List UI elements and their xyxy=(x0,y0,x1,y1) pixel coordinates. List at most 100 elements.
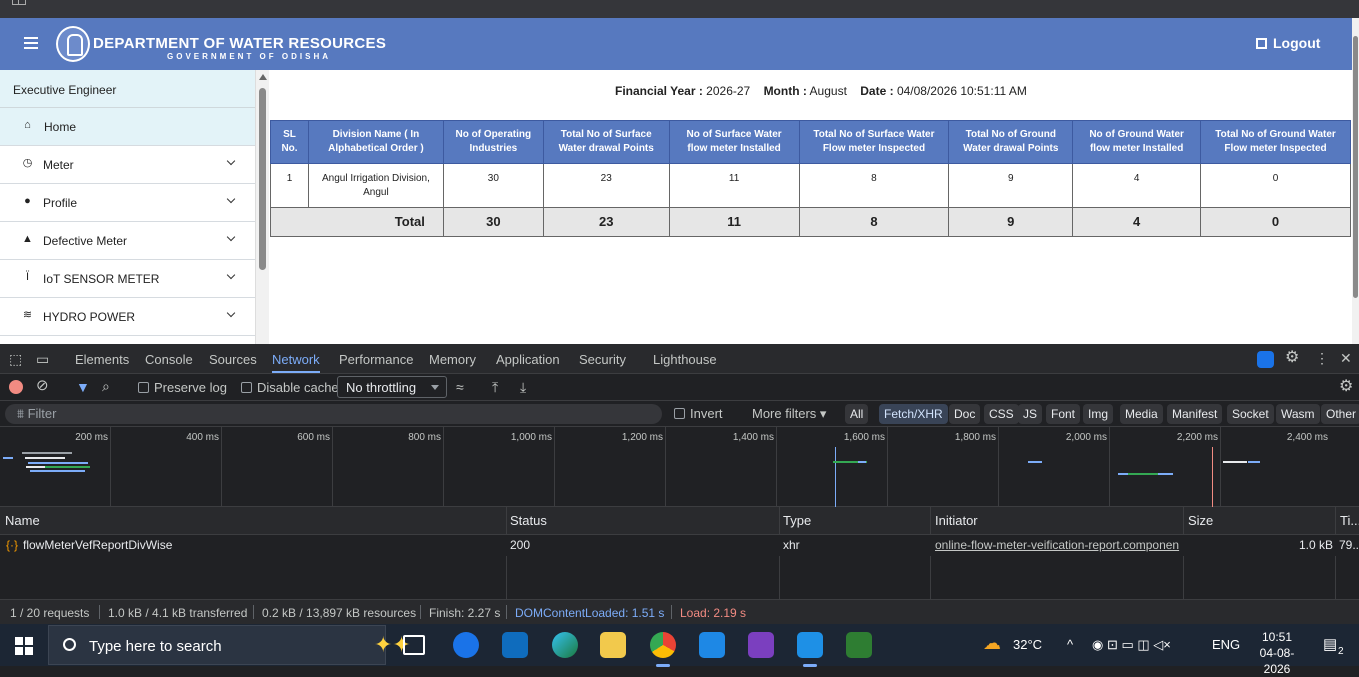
filter-chip-doc[interactable]: Doc xyxy=(949,404,981,424)
filter-chip-css[interactable]: CSS xyxy=(984,404,1019,424)
menu-icon[interactable] xyxy=(24,37,38,49)
app-header: DEPARTMENT OF WATER RESOURCES GOVERNMENT… xyxy=(0,18,1352,70)
network-toolbar: ⊘ ▼ ⌕ Preserve log Disable cache No thro… xyxy=(0,374,1359,401)
devtools-tabbar: ⬚ ▭ Elements Console Sources Network Per… xyxy=(0,344,1359,374)
tab-application[interactable]: Application xyxy=(496,352,560,367)
filter-chip-js[interactable]: JS xyxy=(1018,404,1043,424)
outlook-icon[interactable] xyxy=(453,632,479,658)
filter-chip-fetch-xhr[interactable]: Fetch/XHR xyxy=(879,404,948,424)
more-options-icon[interactable]: ⋮ xyxy=(1315,351,1329,365)
filter-chip-all[interactable]: All xyxy=(845,404,869,424)
tab-memory[interactable]: Memory xyxy=(429,352,476,367)
tab-performance[interactable]: Performance xyxy=(339,352,413,367)
filter-chip-img[interactable]: Img xyxy=(1083,404,1114,424)
sidebar-item-defective-meter[interactable]: ▲ Defective Meter xyxy=(0,222,255,260)
disable-cache-checkbox[interactable]: Disable cache xyxy=(241,380,339,395)
chrome-icon[interactable] xyxy=(650,632,676,667)
sidebar-item-hydro-power[interactable]: ≋ HYDRO POWER xyxy=(0,298,255,336)
column-header-name[interactable]: Name xyxy=(5,513,40,528)
scroll-thumb[interactable] xyxy=(259,88,266,270)
filter-chip-font[interactable]: Font xyxy=(1046,404,1081,424)
request-row[interactable]: {·} flowMeterVefReportDivWise 200 xhr on… xyxy=(0,535,1359,556)
settings-gear-icon[interactable]: ⚙ xyxy=(1285,350,1299,366)
column-header-size[interactable]: Size xyxy=(1188,513,1213,528)
filter-chip-media[interactable]: Media xyxy=(1120,404,1163,424)
total-row: Total 30 23 11 8 9 4 0 xyxy=(270,207,1351,237)
tab-security[interactable]: Security xyxy=(579,352,626,367)
sidebar-item-iot-sensor-meter[interactable]: Ï IoT SENSOR METER xyxy=(0,260,255,298)
request-status: 200 xyxy=(510,538,531,552)
request-name[interactable]: flowMeterVefReportDivWise xyxy=(23,538,172,552)
weather-icon[interactable]: ☁ xyxy=(983,633,1001,654)
timeline-tick: 2,200 ms xyxy=(1176,432,1218,443)
notification-icon[interactable]: ▤ xyxy=(1323,635,1337,653)
taskbar-clock[interactable]: 10:51 04-08-2026 xyxy=(1249,629,1305,677)
request-initiator-link[interactable]: online-flow-meter-veification-report.com… xyxy=(935,538,1183,552)
tab-sources[interactable]: Sources xyxy=(209,352,257,367)
filter-icon[interactable]: ▼ xyxy=(76,380,90,394)
table-cell: 1 xyxy=(270,163,309,208)
tray-chevron-icon[interactable]: ^ xyxy=(1067,637,1073,652)
invert-checkbox[interactable]: Invert xyxy=(674,406,723,421)
filter-chip-manifest[interactable]: Manifest xyxy=(1167,404,1223,424)
scroll-up-icon[interactable] xyxy=(259,74,267,80)
clear-icon[interactable]: ⊘ xyxy=(36,378,49,393)
column-header-status[interactable]: Status xyxy=(510,513,547,528)
app-window-icon[interactable] xyxy=(846,632,872,658)
taskbar-search-box[interactable]: Type here to search ✦✦ xyxy=(48,625,411,665)
filter-input[interactable]: ⩩ Filter xyxy=(5,404,662,424)
store-icon[interactable] xyxy=(502,632,528,658)
tray-icons[interactable]: ◉ ⊡ ▭ ◫ ◁× xyxy=(1092,637,1171,653)
table-header-row: SL No. Division Name ( In Alphabetical O… xyxy=(270,120,1351,164)
more-filters-dropdown[interactable]: More filters ▾ xyxy=(752,406,826,422)
network-conditions-icon[interactable]: ≈ xyxy=(456,380,464,394)
tab-network[interactable]: Network xyxy=(272,352,320,373)
report-period: Financial Year : 2026-27 Month : August … xyxy=(615,84,1027,98)
search-icon[interactable]: ⌕ xyxy=(102,379,110,393)
filter-chip-socket[interactable]: Socket xyxy=(1227,404,1274,424)
timeline-tick: 2,400 ms xyxy=(1286,432,1328,443)
filter-chip-other[interactable]: Other xyxy=(1321,404,1359,424)
summary-resources: 0.2 kB / 13,897 kB resources xyxy=(262,606,417,620)
filter-chip-wasm[interactable]: Wasm xyxy=(1276,404,1320,424)
network-overview-timeline[interactable]: 200 ms 400 ms 600 ms 800 ms 1,000 ms 1,2… xyxy=(0,427,1359,507)
total-cell: 4 xyxy=(1072,207,1202,237)
tab-console[interactable]: Console xyxy=(145,352,193,367)
vscode-icon[interactable] xyxy=(797,632,823,667)
checkbox-icon xyxy=(241,382,252,393)
file-explorer-icon[interactable] xyxy=(600,632,626,658)
device-toolbar-icon[interactable]: ▭ xyxy=(36,352,49,366)
tab-lighthouse[interactable]: Lighthouse xyxy=(653,352,717,367)
chevron-down-icon xyxy=(226,270,236,280)
column-header-time[interactable]: Ti... xyxy=(1340,513,1359,528)
sidebar-item-home[interactable]: ⌂ Home xyxy=(0,108,255,146)
column-header-type[interactable]: Type xyxy=(783,513,811,528)
weather-temperature[interactable]: 32°C xyxy=(1013,637,1042,652)
inspect-icon[interactable]: ⬚ xyxy=(9,352,22,366)
download-icon[interactable]: ⤓ xyxy=(520,380,526,394)
sidebar-item-meter[interactable]: ◷ Meter xyxy=(0,146,255,184)
scroll-thumb[interactable] xyxy=(1353,36,1358,298)
sidebar: Executive Engineer ⌂ Home ◷ Meter ● Prof… xyxy=(0,70,255,344)
network-settings-icon[interactable]: ⚙ xyxy=(1339,379,1353,395)
close-icon[interactable]: ✕ xyxy=(1340,351,1352,365)
language-indicator[interactable]: ENG xyxy=(1212,637,1240,652)
record-stop-icon[interactable] xyxy=(9,380,23,394)
issues-icon[interactable] xyxy=(1257,351,1274,368)
timeline-tick: 800 ms xyxy=(408,432,441,443)
logout-button[interactable]: Logout xyxy=(1256,35,1320,51)
sidebar-scrollbar[interactable] xyxy=(255,70,269,344)
column-header: Total No of Ground Water drawal Points xyxy=(948,120,1074,164)
app-icon[interactable] xyxy=(699,632,725,658)
visual-studio-icon[interactable] xyxy=(748,632,774,658)
preserve-log-checkbox[interactable]: Preserve log xyxy=(138,380,227,395)
edge-icon[interactable] xyxy=(552,632,578,658)
page-scrollbar[interactable] xyxy=(1352,18,1359,344)
column-header-initiator[interactable]: Initiator xyxy=(935,513,978,528)
upload-icon[interactable]: ⤒ xyxy=(492,380,498,394)
tab-elements[interactable]: Elements xyxy=(75,352,129,367)
throttling-select[interactable]: No throttling xyxy=(337,376,447,398)
windows-start-icon[interactable] xyxy=(15,637,33,655)
task-view-icon[interactable] xyxy=(403,635,425,655)
sidebar-item-profile[interactable]: ● Profile xyxy=(0,184,255,222)
